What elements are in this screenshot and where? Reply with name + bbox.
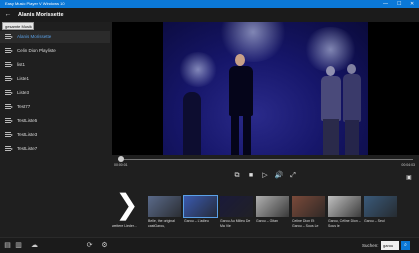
sidebar-item-label: Alanis Morissette [17, 34, 52, 39]
sidebar-item-liste3[interactable]: Liste3 [0, 87, 110, 99]
song-card[interactable]: Garou, Céline Dion – Sous le [328, 196, 361, 234]
maximize-button[interactable]: ☐ [397, 1, 401, 7]
sidebar-item-list1[interactable]: list1 [0, 59, 110, 71]
band-member-figure [323, 119, 339, 155]
song-thumbnail [328, 196, 361, 217]
volume-icon[interactable]: 🔊 [274, 171, 284, 181]
open-folder-icon[interactable]: ▤ [3, 241, 12, 250]
stage-light [218, 22, 288, 62]
playlist-icon [5, 76, 13, 82]
song-thumbnail [148, 196, 181, 217]
band-member-figure [343, 74, 361, 122]
playlist-icon [5, 118, 13, 124]
refresh-icon[interactable]: ⟳ [85, 241, 94, 250]
play-icon[interactable]: ▷ [260, 171, 270, 181]
stop-icon[interactable]: ■ [246, 171, 256, 181]
playlist-icon [5, 90, 13, 96]
singer-figure [243, 114, 251, 155]
playlist-icon [5, 146, 13, 152]
sidebar-item-alanis-morissette[interactable]: Alanis Morissette [0, 31, 110, 43]
song-carousel: ❯ weitere Lieder... Belle, the original … [112, 190, 419, 234]
now-playing-title: Alanis Morissette [18, 12, 64, 18]
song-title: Garou – L'adieu [184, 219, 209, 223]
seek-thumb[interactable] [117, 156, 124, 162]
save-file-icon[interactable]: ▥ [14, 241, 23, 250]
sidebar-item-label: list1 [17, 62, 26, 67]
back-arrow-icon[interactable]: ← [3, 10, 13, 20]
minimize-button[interactable]: — [383, 1, 388, 7]
cloud-icon[interactable]: ☁ [30, 241, 39, 250]
playlist-sidebar: gesamte Musik Alanis Morissette Celin Di… [0, 22, 110, 237]
song-title: Belle, the original castGarou, [148, 219, 175, 228]
sidebar-item-testliste5[interactable]: TestListe5 [0, 115, 110, 127]
playlist-icon [5, 104, 13, 110]
song-title: Garou Au Milieu De Ma Vie [220, 219, 251, 228]
sidebar-item-label: Celin Dion Playliste [17, 48, 56, 53]
captions-icon[interactable]: ▣ [404, 173, 414, 183]
sidebar-item-label: Liste3 [17, 90, 30, 95]
song-title: Garou, Céline Dion – Sous le [328, 219, 361, 228]
tooltip: gesamte Musik [2, 22, 34, 30]
singer-figure [231, 114, 239, 155]
song-card[interactable]: Belle, the original castGarou, [148, 196, 181, 234]
playlist-icon [5, 132, 13, 138]
sidebar-item-label: TestListe7 [17, 146, 38, 151]
song-thumbnail [220, 196, 253, 217]
sidebar-item-liste1[interactable]: Liste1 [0, 73, 110, 85]
song-card[interactable]: Celine Dion Et Garou – Sous Le [292, 196, 325, 234]
window-title: Easy Music Player V Windows 10 [5, 1, 65, 6]
sidebar-item-label: TestListe3 [17, 132, 38, 137]
seek-bar[interactable] [118, 159, 413, 160]
search-input[interactable] [381, 241, 399, 250]
song-card[interactable]: Garou Au Milieu De Ma Vie [220, 196, 253, 234]
settings-gear-icon[interactable]: ⚙ [100, 241, 109, 250]
band-member-figure [326, 66, 335, 76]
song-card[interactable]: Garou – Seul [364, 196, 397, 234]
band-member-figure [345, 120, 359, 155]
singer-figure [229, 66, 253, 116]
band-member-figure [321, 76, 341, 121]
search-icon[interactable]: ⌕ [401, 241, 410, 250]
playback-controls: 00:00:01 00:04:03 ⧉ ■ ▷ 🔊 ⤢ ▣ [112, 155, 419, 189]
video-frame [163, 22, 368, 155]
playlist-icon [5, 48, 13, 54]
playlist-icon [5, 34, 13, 40]
more-songs-caption[interactable]: weitere Lieder... [112, 224, 146, 229]
bottom-bar: ▤ ▥ ☁ ⟳ ⚙ Suchen: ⌕ [0, 237, 419, 253]
song-thumbnail [364, 196, 397, 217]
header: ← Alanis Morissette [0, 8, 419, 22]
title-bar: Easy Music Player V Windows 10 — ☐ ✕ [0, 0, 419, 8]
song-thumbnail [183, 195, 218, 218]
sidebar-item-label: Test77 [17, 104, 31, 109]
sidebar-item-testliste7[interactable]: TestListe7 [0, 143, 110, 155]
stage-light [178, 52, 218, 87]
video-player[interactable] [112, 22, 419, 155]
playlist-icon [5, 62, 13, 68]
song-thumbnail [256, 196, 289, 217]
sidebar-item-celin-dion-playliste[interactable]: Celin Dion Playliste [0, 45, 110, 57]
sidebar-item-test77[interactable]: Test77 [0, 101, 110, 113]
next-page-chevron-icon[interactable]: ❯ [112, 190, 142, 220]
picture-in-picture-icon[interactable]: ⧉ [232, 171, 242, 181]
close-button[interactable]: ✕ [410, 1, 414, 7]
singer-figure [235, 54, 245, 66]
band-member-figure [183, 92, 201, 155]
song-card[interactable]: Garou – Gitan [256, 196, 289, 234]
search-label: Suchen: [362, 243, 379, 248]
song-card[interactable]: Garou – L'adieu [183, 195, 218, 234]
sidebar-item-label: TestListe5 [17, 118, 38, 123]
song-title: Garou – Seul [364, 219, 385, 223]
end-time: 00:04:03 [401, 163, 415, 167]
fullscreen-icon[interactable]: ⤢ [288, 171, 298, 181]
song-title: Garou – Gitan [256, 219, 278, 223]
sidebar-item-testliste3[interactable]: TestListe3 [0, 129, 110, 141]
song-title: Celine Dion Et Garou – Sous Le [292, 219, 319, 228]
sidebar-item-label: Liste1 [17, 76, 30, 81]
current-time: 00:00:01 [114, 163, 128, 167]
band-member-figure [347, 64, 356, 74]
song-thumbnail [292, 196, 325, 217]
